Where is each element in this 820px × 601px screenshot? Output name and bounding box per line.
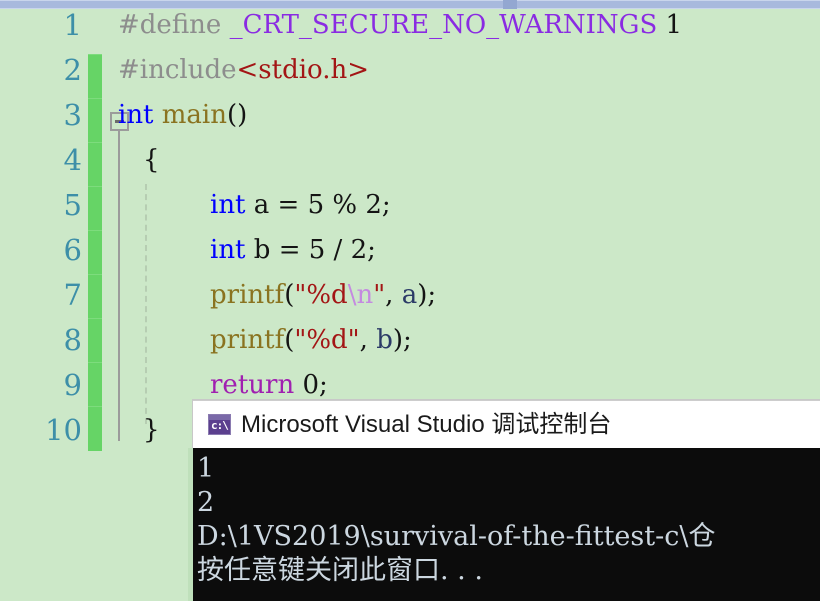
code-token: \n [347, 280, 374, 310]
console-output-area[interactable]: 1 2 D:\1VS2019\survival-of-the-fittest-c\仓… [193, 448, 820, 601]
code-token: "%d [294, 280, 348, 310]
code-token: " [373, 280, 386, 310]
code-token: printf [210, 280, 285, 310]
code-token: main [161, 100, 227, 130]
code-token: return [210, 370, 295, 400]
code-token: _CRT_SECURE_NO_WARNINGS [229, 10, 658, 40]
code-token: b = 5 / 2; [245, 235, 376, 265]
code-token: , [385, 280, 402, 310]
console-app-icon: c:\ [208, 414, 231, 435]
code-line[interactable]: printf("%d\n", a); [210, 273, 436, 318]
code-token: "%d" [294, 325, 360, 355]
line-number: 8 [63, 323, 82, 357]
code-token: a [401, 280, 418, 310]
code-token: 1 [665, 10, 683, 40]
console-output-line: 按任意键关闭此窗口. . . [197, 555, 483, 586]
debug-console-window[interactable]: c:\ Microsoft Visual Studio 调试控制台 1 2 D:\1… [188, 400, 820, 601]
line-number: 10 [45, 413, 82, 447]
code-token: int [210, 190, 246, 220]
code-line[interactable]: int main() [118, 93, 247, 138]
console-output-line: 2 [197, 487, 215, 518]
code-token: ( [284, 325, 295, 355]
code-token: int [210, 235, 246, 265]
code-line[interactable]: #define _CRT_SECURE_NO_WARNINGS 1 [118, 3, 682, 48]
code-token: a = 5 % 2; [245, 190, 391, 220]
console-title-bar[interactable]: c:\ Microsoft Visual Studio 调试控制台 [193, 400, 820, 449]
code-token: ); [392, 325, 412, 355]
line-number-gutter: 1 2 3 4 5 6 7 8 9 10 [0, 8, 88, 601]
line-number: 2 [63, 53, 82, 87]
code-token: 0; [294, 370, 328, 400]
code-token: <stdio.h> [236, 55, 370, 85]
code-token: #define [118, 10, 230, 40]
line-number: 1 [63, 8, 82, 42]
code-token: } [143, 415, 160, 445]
code-token: int [118, 100, 154, 130]
line-number: 9 [63, 368, 82, 402]
console-icon-text: c:\ [211, 419, 229, 432]
code-line[interactable]: } [143, 408, 160, 453]
code-line[interactable]: printf("%d", b); [210, 318, 412, 363]
console-window-title: Microsoft Visual Studio 调试控制台 [241, 411, 612, 438]
code-token: printf [210, 325, 285, 355]
line-number: 7 [63, 278, 82, 312]
line-number: 4 [63, 143, 82, 177]
code-token: ); [417, 280, 437, 310]
line-number: 6 [63, 233, 82, 267]
code-token: , [359, 325, 377, 355]
console-output-line: 1 [197, 453, 215, 484]
vs-editor-window: 1 2 3 4 5 6 7 8 9 10 #define _CRT_SECURE_NO_WARNI… [0, 0, 820, 601]
code-token: () [227, 100, 248, 130]
console-output-line: D:\1VS2019\survival-of-the-fittest-c\仓 [197, 521, 716, 552]
line-number: 3 [63, 98, 82, 132]
code-token: #include [118, 55, 237, 85]
code-token: { [143, 145, 160, 175]
code-line[interactable]: #include<stdio.h> [118, 48, 369, 93]
line-number: 5 [63, 188, 82, 222]
code-token: b [376, 325, 393, 355]
code-line[interactable]: int b = 5 / 2; [210, 228, 376, 273]
code-line[interactable]: { [143, 138, 160, 183]
code-token: ( [284, 280, 295, 310]
code-line[interactable]: int a = 5 % 2; [210, 183, 391, 228]
